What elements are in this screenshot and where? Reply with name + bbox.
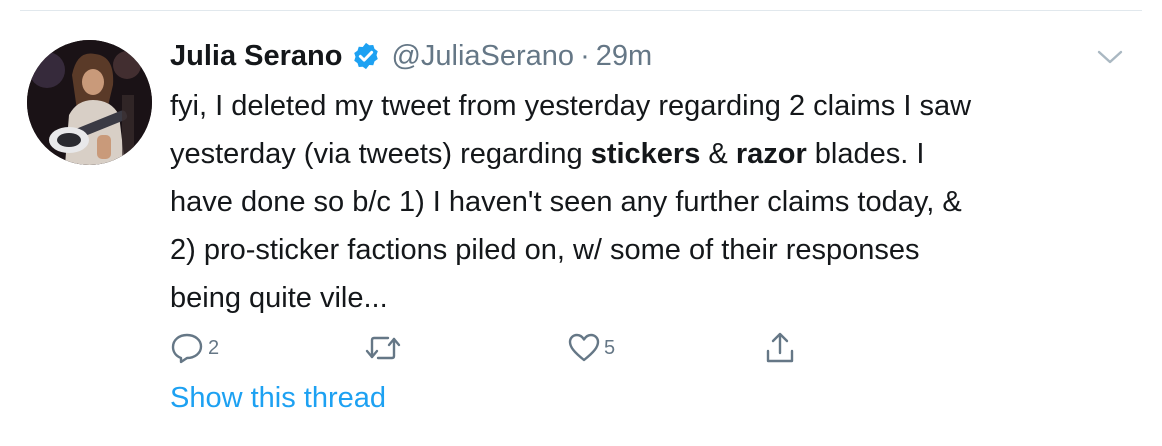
bold-word-stickers: stickers xyxy=(590,138,701,170)
tweet-text-segment: yesterday (via tweets) regarding xyxy=(170,138,591,170)
reply-button[interactable]: 2 xyxy=(170,330,219,366)
chevron-down-icon[interactable] xyxy=(1095,46,1125,68)
reply-count: 2 xyxy=(208,336,220,359)
retweet-button[interactable] xyxy=(363,330,403,366)
like-button[interactable]: 5 xyxy=(568,330,615,366)
show-thread-link[interactable]: Show this thread xyxy=(170,382,386,415)
share-button[interactable] xyxy=(764,330,796,366)
tweet-text-segment: blades. I xyxy=(806,138,925,170)
like-count: 5 xyxy=(604,336,616,359)
author-name[interactable]: Julia Serano xyxy=(170,40,342,73)
avatar-photo xyxy=(27,40,152,165)
bold-word-razor: razor xyxy=(735,138,807,170)
share-icon xyxy=(766,332,794,363)
verified-badge-icon xyxy=(351,41,381,71)
tweet-text-segment: & xyxy=(700,138,736,170)
timestamp[interactable]: 29m xyxy=(596,40,652,73)
avatar[interactable] xyxy=(27,40,152,165)
reply-icon xyxy=(171,333,203,364)
heart-icon xyxy=(568,333,600,362)
retweet-icon xyxy=(365,336,401,360)
tweet-text-line: yesterday (via tweets) regarding sticker… xyxy=(170,130,1130,178)
tweet-actions: 2 5 xyxy=(170,330,870,366)
author-handle[interactable]: @JuliaSerano xyxy=(391,40,574,73)
top-divider xyxy=(20,10,1142,11)
tweet-text-line: fyi, I deleted my tweet from yesterday r… xyxy=(170,90,972,122)
tweet-text-line: 2) pro-sticker factions piled on, w/ som… xyxy=(170,234,920,266)
tweet-text: fyi, I deleted my tweet from yesterday r… xyxy=(170,82,1130,322)
tweet-text-line: have done so b/c 1) I haven't seen any f… xyxy=(170,186,962,218)
tweet-text-line: being quite vile... xyxy=(170,282,388,314)
separator-dot: · xyxy=(580,39,590,72)
tweet-header: Julia Serano @JuliaSerano · 29m xyxy=(170,34,652,78)
